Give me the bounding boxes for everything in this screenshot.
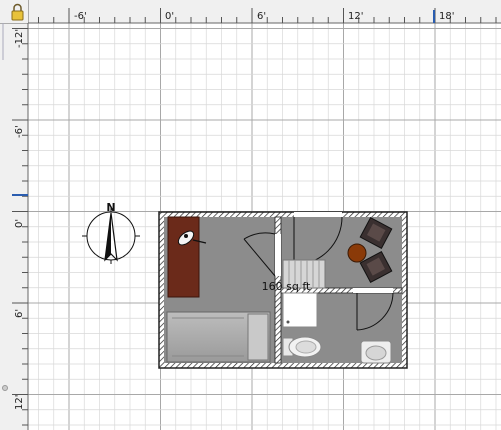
- ruler-label-y: -6': [14, 125, 25, 138]
- ruler-label-x: 12': [348, 11, 363, 22]
- shower-tray[interactable]: [282, 292, 318, 328]
- washbasin[interactable]: [360, 340, 392, 364]
- ruler-label-x: -6': [74, 11, 87, 22]
- toilet[interactable]: [282, 336, 322, 358]
- ruler-label-x: 0': [165, 11, 174, 22]
- ruler-label-y: 6': [14, 309, 25, 318]
- vertical-ruler[interactable]: [0, 0, 28, 430]
- ruler-label-y: 0': [14, 219, 25, 228]
- ruler-label-x: 6': [257, 11, 266, 22]
- plan-canvas[interactable]: 160 sq ft N -6' 0' 6' 12' 18' -12' -6' 0…: [0, 0, 501, 430]
- scroll-marker[interactable]: [2, 385, 8, 391]
- door-opening: [294, 212, 342, 217]
- room[interactable]: 160 sq ft: [158, 211, 408, 369]
- round-table[interactable]: [347, 243, 367, 263]
- ruler-label-x: 18': [439, 11, 454, 22]
- compass-north-label: N: [106, 201, 115, 214]
- compass-rose-icon[interactable]: N: [82, 201, 140, 264]
- wardrobe[interactable]: [167, 216, 200, 298]
- bed[interactable]: [166, 311, 271, 363]
- door-opening: [275, 234, 281, 276]
- door-opening: [353, 288, 393, 293]
- ruler-label-y: -12': [14, 29, 25, 48]
- ruler-label-y: 12': [14, 395, 25, 410]
- room-area-label: 160 sq ft: [262, 280, 311, 293]
